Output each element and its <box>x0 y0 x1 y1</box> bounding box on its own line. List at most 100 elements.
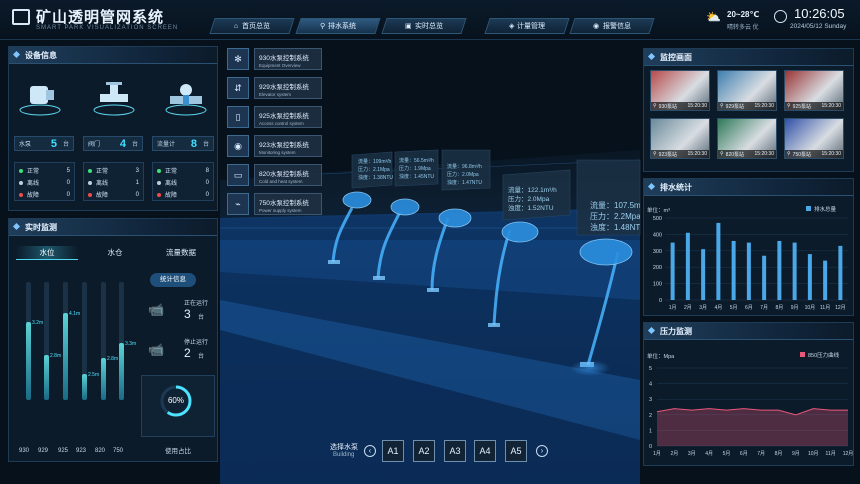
camera-caption: ⚲ 925泵站 15:20:30 <box>785 102 843 110</box>
valve-status-box: 正常 3 离线 1 故障 0 <box>83 162 144 201</box>
clock-time: 10:26:05 <box>794 6 845 21</box>
readout-flow: 流量：109m³/h <box>358 159 392 165</box>
status-normal-label: 正常 <box>96 169 109 175</box>
device-pump-unit: 台 <box>62 142 69 148</box>
readout-flow: 流量：96.8m³/h <box>447 164 482 170</box>
water-level-xlabel: 820 <box>95 448 106 454</box>
camera-feed[interactable]: ⚲ 750泵站 15:20:30 <box>784 118 844 159</box>
building-option-a2[interactable]: A2 <box>413 440 435 462</box>
prev-arrow-icon[interactable]: ‹ <box>364 445 376 457</box>
device-pump-value: 5 <box>50 137 57 150</box>
drain-bar <box>823 260 828 300</box>
drain-xtick: 2月 <box>684 305 692 311</box>
location-pin-icon: ⚲ <box>653 103 657 109</box>
status-fault-label: 故障 <box>96 193 109 199</box>
tab-water-level[interactable]: 水位 <box>16 246 78 260</box>
camera-feed[interactable]: ⚲ 820泵站 15:20:30 <box>717 118 777 159</box>
camera-feed[interactable]: ⚲ 929泵站 15:20:30 <box>717 70 777 111</box>
status-offline-label: 离线 <box>96 181 109 187</box>
water-level-value: 3.2m <box>32 320 44 327</box>
clock-date: 2024/05/12 Sunday <box>790 23 847 30</box>
pressure-area <box>657 408 848 446</box>
location-pin-icon: ⚲ <box>720 103 724 109</box>
pump-control-item[interactable]: 923水泵控制系统 Monitoring system <box>254 135 322 157</box>
pressure-xtick: 5月 <box>723 451 731 457</box>
status-fault-value: 0 <box>135 191 139 198</box>
camera-time: 15:20:30 <box>821 103 841 109</box>
water-level-fill <box>63 312 68 400</box>
building-option-a4[interactable]: A4 <box>474 440 496 462</box>
readout-2: 流量：56.5m³/h 压力：1.9Mpa 浊度：1.45NTU <box>399 157 434 181</box>
snowflake-icon[interactable]: ✻ <box>227 48 249 70</box>
status-normal-value: 3 <box>135 167 139 174</box>
status-normal-label: 正常 <box>27 169 40 175</box>
status-offline-label: 离线 <box>27 181 40 187</box>
pump-control-item[interactable]: 820水泵控制系统 Cold and heat system <box>254 164 322 186</box>
nav-home-label: 首页总览 <box>241 23 270 30</box>
nav-home[interactable]: ⌂ 首页总览 <box>209 18 295 34</box>
water-level-value: 2.5m <box>88 372 100 379</box>
drain-bar <box>792 242 797 300</box>
nav-realtime[interactable]: ▣ 实时总览 <box>381 18 467 34</box>
realtime-monitor-title: 实时监测 <box>9 219 217 236</box>
nav-metering-label: 计量管理 <box>517 23 546 30</box>
pump-status-box: 正常 5 离线 0 故障 0 <box>14 162 75 201</box>
building-option-a3[interactable]: A3 <box>444 440 466 462</box>
tab-flow-data[interactable]: 流量数据 <box>150 246 212 260</box>
readout-pressure: 压力：2.2Mpa <box>590 212 640 221</box>
water-level-bar <box>82 282 87 400</box>
drain-ytick: 300 <box>653 249 662 255</box>
next-arrow-icon[interactable]: › <box>536 445 548 457</box>
camera-feed[interactable]: ⚲ 925泵站 15:20:30 <box>784 70 844 111</box>
pressure-xtick: 3月 <box>688 451 696 457</box>
pump-control-item[interactable]: 925水泵控制系统 Access control system <box>254 106 322 128</box>
flowmeter-status-box: 正常 8 离线 0 故障 0 <box>152 162 214 201</box>
device-valve-label: 阀门 <box>88 142 101 148</box>
readout-turbidity: 浊度：1.38NTU <box>358 175 394 181</box>
readout-5: 流量：107.5m³/h 压力：2.2Mpa 浊度：1.48NTU <box>590 200 640 233</box>
pressure-ytick: 4 <box>649 382 652 388</box>
elevator-icon[interactable]: ⇵ <box>227 77 249 99</box>
nav-alarms[interactable]: ◉ 报警信息 <box>569 18 655 34</box>
water-level-fill <box>101 357 106 400</box>
usage-percent: 60% <box>167 396 184 405</box>
ac-icon[interactable]: ▭ <box>227 164 249 186</box>
pump-control-name: 820水泵控制系统 <box>259 171 309 178</box>
drain-ytick: 0 <box>659 298 662 304</box>
camera-caption: ⚲ 750泵站 15:20:30 <box>785 150 843 158</box>
drain-xtick: 9月 <box>791 305 799 311</box>
pump-control-item[interactable]: 929水泵控制系统 Elevator system <box>254 77 322 99</box>
drain-bar <box>777 240 782 300</box>
status-fault-value: 0 <box>205 191 209 198</box>
flowmeter-icon <box>165 84 207 116</box>
camera-name: 925泵站 <box>792 103 812 110</box>
device-flowmeter-value: 8 <box>190 137 197 150</box>
drain-xtick: 7月 <box>760 305 768 311</box>
power-icon[interactable]: ⌁ <box>227 193 249 215</box>
pump-control-item[interactable]: 750水泵控制系统 Power supply system <box>254 193 322 215</box>
tab-sump[interactable]: 水仓 <box>84 246 146 260</box>
camera-feed[interactable]: ⚲ 923泵站 15:20:30 <box>650 118 710 159</box>
drain-bar <box>670 242 675 300</box>
nav-drainage[interactable]: ⚲ 排水系统 <box>295 18 381 34</box>
drain-bar <box>762 255 767 300</box>
pressure-xtick: 11月 <box>826 451 836 457</box>
water-level-value: 2.8m <box>50 353 62 360</box>
drain-stats-title: 排水统计 <box>644 179 853 196</box>
camera-feed[interactable]: ⚲ 930泵站 15:20:30 <box>650 70 710 111</box>
camera-icon[interactable]: ◉ <box>227 135 249 157</box>
camera-caption: ⚲ 923泵站 15:20:30 <box>651 150 709 158</box>
status-offline-value: 1 <box>135 179 139 186</box>
building-option-a1[interactable]: A1 <box>382 440 404 462</box>
camera-running-icon: 📹 <box>148 302 165 317</box>
stats-info-badge: 统计信息 <box>150 273 196 287</box>
building-option-a5[interactable]: A5 <box>505 440 527 462</box>
drain-xtick: 10月 <box>805 305 816 311</box>
door-icon[interactable]: ▯ <box>227 106 249 128</box>
nav-metering[interactable]: ◈ 计量管理 <box>484 18 570 34</box>
drain-ytick: 200 <box>653 265 662 271</box>
water-level-xlabel: 929 <box>38 448 49 454</box>
pump-control-item[interactable]: 930水泵控制系统 Equipment Overview <box>254 48 322 70</box>
pump-control-name: 750水泵控制系统 <box>259 200 309 207</box>
pressure-xtick: 7月 <box>757 451 765 457</box>
